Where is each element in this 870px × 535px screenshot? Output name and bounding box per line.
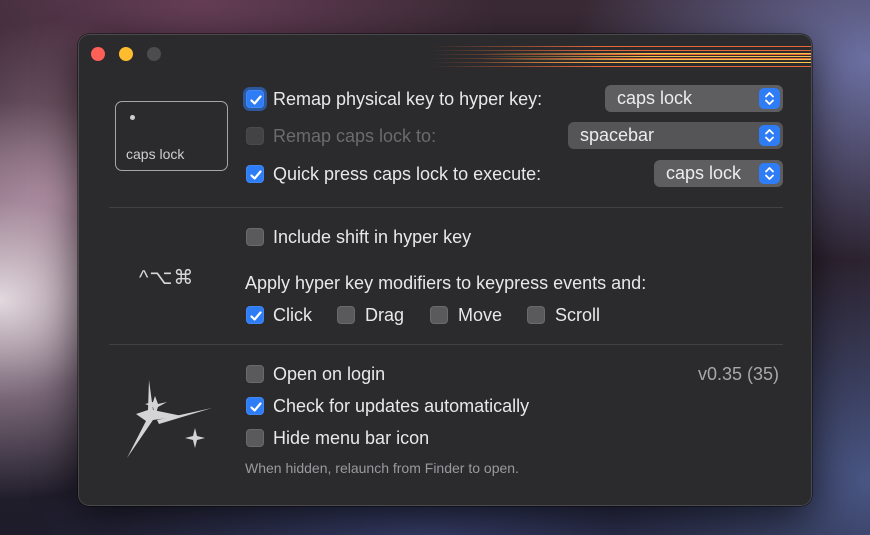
open-on-login-label: Open on login — [273, 364, 386, 384]
capslock-target-select[interactable]: spacebar — [568, 122, 783, 149]
apply-modifiers-label: Apply hyper key modifiers to keypress ev… — [245, 273, 647, 293]
title-bar[interactable] — [79, 35, 811, 71]
titlebar-decoration-gold — [481, 53, 811, 63]
section-divider — [109, 344, 783, 345]
checkmark-icon — [250, 170, 262, 180]
remap-capslock-checkbox[interactable] — [246, 127, 264, 145]
quick-press-checkbox[interactable] — [246, 165, 264, 183]
physical-key-select[interactable]: caps lock — [605, 85, 783, 112]
remap-physical-label: Remap physical key to hyper key: — [273, 89, 543, 109]
check-updates-checkbox[interactable] — [246, 397, 264, 415]
keycap-label: caps lock — [126, 146, 185, 162]
include-shift-checkbox[interactable] — [246, 228, 264, 246]
quick-press-label: Quick press caps lock to execute: — [273, 164, 542, 184]
hidden-relaunch-hint: When hidden, relaunch from Finder to ope… — [245, 460, 519, 476]
modifier-keys-symbols: ^⌥⌘ — [139, 267, 195, 289]
event-drag-checkbox[interactable] — [337, 306, 355, 324]
minimize-button[interactable] — [119, 47, 133, 61]
checkmark-icon — [250, 95, 262, 105]
physical-key-value: caps lock — [617, 88, 693, 108]
sparkles-icon — [127, 380, 212, 458]
version-label: v0.35 (35) — [697, 364, 779, 384]
chevron-updown-icon — [759, 163, 780, 184]
event-move-label: Move — [458, 305, 503, 325]
event-drag-label: Drag — [365, 305, 405, 325]
event-scroll-checkbox[interactable] — [527, 306, 545, 324]
capslock-target-value: spacebar — [580, 125, 655, 145]
quick-press-value: caps lock — [666, 163, 742, 183]
event-click-label: Click — [273, 305, 312, 325]
chevron-updown-icon — [759, 125, 780, 146]
quick-press-select[interactable]: caps lock — [654, 160, 783, 187]
hide-menu-bar-icon-label: Hide menu bar icon — [273, 428, 430, 448]
remap-capslock-label: Remap caps lock to: — [273, 126, 437, 146]
settings-window: caps lock Remap physical key to hyper ke… — [78, 34, 812, 506]
event-move-checkbox[interactable] — [430, 306, 448, 324]
section-divider — [109, 207, 783, 208]
caps-lock-indicator-dot — [130, 115, 135, 120]
check-updates-label: Check for updates automatically — [273, 396, 530, 416]
remap-physical-checkbox[interactable] — [246, 90, 264, 108]
include-shift-label: Include shift in hyper key — [273, 227, 472, 247]
chevron-updown-icon — [759, 88, 780, 109]
caps-lock-keycap-illustration: caps lock — [115, 101, 228, 171]
event-click-checkbox[interactable] — [246, 306, 264, 324]
hide-menu-bar-icon-checkbox[interactable] — [246, 429, 264, 447]
checkmark-icon — [250, 311, 262, 321]
checkmark-icon — [250, 402, 262, 412]
open-on-login-checkbox[interactable] — [246, 365, 264, 383]
zoom-button-disabled — [147, 47, 161, 61]
close-button[interactable] — [91, 47, 105, 61]
event-scroll-label: Scroll — [555, 305, 601, 325]
